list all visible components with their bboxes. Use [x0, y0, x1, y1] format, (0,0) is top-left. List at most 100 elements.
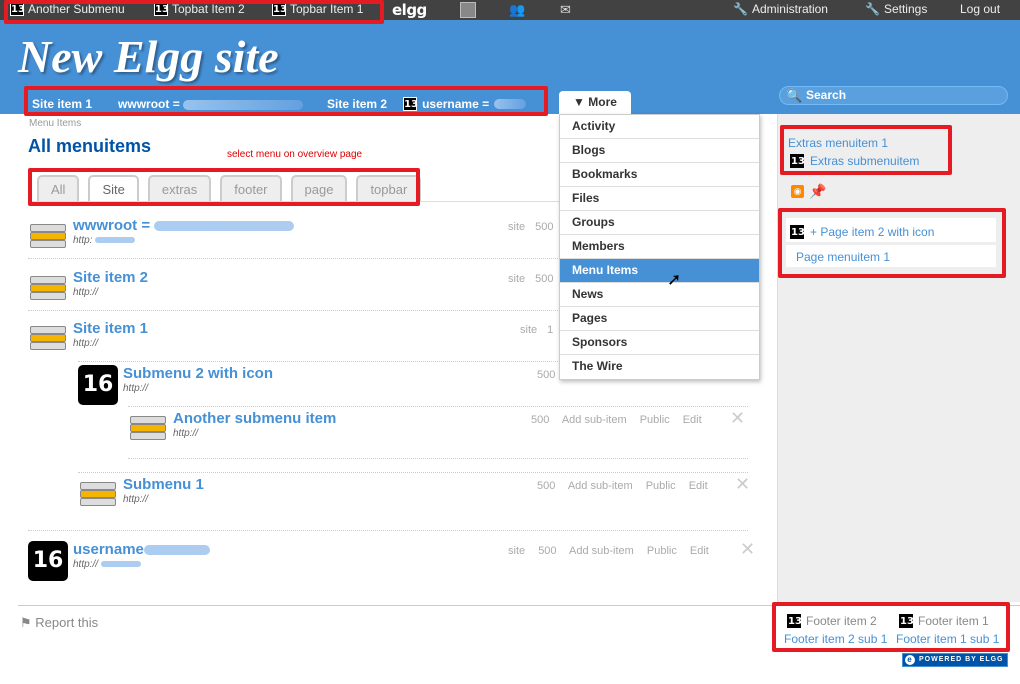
topbar-item-another-submenu[interactable]: 13 Another Submenu: [10, 2, 125, 16]
item-url: http:: [73, 235, 136, 246]
search-input[interactable]: 🔍 Search: [779, 86, 1008, 105]
mouse-cursor-icon: ➚: [667, 270, 682, 289]
logo-13-icon: 13: [154, 2, 169, 16]
settings-link[interactable]: 🔧 Settings: [865, 2, 927, 16]
site-menu-wwwroot[interactable]: wwwroot =: [118, 97, 304, 111]
tab-page[interactable]: page: [290, 175, 348, 201]
dropdown-item-blogs[interactable]: Blogs: [560, 139, 759, 163]
wrench-icon: 🔧: [733, 2, 748, 16]
rss-icon[interactable]: ◉: [791, 185, 804, 198]
extras-submenuitem[interactable]: 13 Extras submenuitem: [790, 154, 919, 168]
redacted-value: [154, 221, 295, 232]
item-title[interactable]: Submenu 2 with icon: [123, 365, 273, 382]
menu-tabs: All Site extras footer page topbar: [37, 175, 422, 201]
divider: [28, 530, 748, 531]
edit-link[interactable]: Edit: [689, 480, 708, 492]
add-sub-item-link[interactable]: Add sub-item: [569, 545, 634, 557]
logo-13-icon: 13: [787, 614, 802, 628]
administration-link[interactable]: 🔧 Administration: [733, 2, 828, 16]
site-menu-item-1[interactable]: Site item 1: [32, 97, 92, 111]
item-meta: 500 Add sub-item Public Edit: [531, 414, 702, 426]
access-level: Public: [639, 414, 670, 426]
topbar-item-2[interactable]: 13 Topbat Item 2: [154, 2, 245, 16]
item-meta: site 500 Add sub-item Public Edit: [508, 545, 709, 557]
site-menu-username[interactable]: 13 username =: [403, 97, 527, 111]
item-meta: site 500: [508, 221, 554, 233]
dropdown-item-menu-items[interactable]: Menu Items: [560, 259, 759, 283]
redacted-value: [183, 99, 304, 110]
dropdown-item-members[interactable]: Members: [560, 235, 759, 259]
add-sub-item-link[interactable]: Add sub-item: [562, 414, 627, 426]
elgg-logo[interactable]: elgg: [392, 1, 427, 19]
logo-13-icon: 13: [899, 614, 914, 628]
search-icon: 🔍: [786, 88, 803, 103]
tab-site[interactable]: Site: [88, 175, 139, 201]
edit-link[interactable]: Edit: [690, 545, 709, 557]
dropdown-item-pages[interactable]: Pages: [560, 307, 759, 331]
redacted-value: [144, 545, 211, 556]
logo-13-icon: 13: [10, 2, 25, 16]
extras-menuitem-1[interactable]: Extras menuitem 1: [788, 136, 888, 150]
edit-link[interactable]: Edit: [683, 414, 702, 426]
more-menu-button[interactable]: ▼ More: [559, 91, 631, 114]
logo-13-icon: 13: [790, 154, 805, 168]
annotation-hint: select menu on overview page: [227, 149, 363, 160]
site-menu-item-2[interactable]: Site item 2: [327, 97, 387, 111]
logo-16-icon: 16: [78, 365, 118, 405]
tab-extras[interactable]: extras: [147, 175, 212, 201]
item-url: http://: [123, 383, 149, 394]
friends-icon[interactable]: 👥: [509, 2, 525, 18]
delete-icon[interactable]: ✕: [740, 539, 755, 560]
item-title[interactable]: Site item 1: [73, 320, 148, 337]
footer-item-1[interactable]: 13 Footer item 1: [899, 614, 989, 628]
tab-footer[interactable]: footer: [220, 175, 282, 201]
page-item-2-with-icon[interactable]: 13 + Page item 2 with icon: [790, 225, 934, 239]
redacted-value: [95, 237, 136, 244]
item-title[interactable]: Submenu 1: [123, 476, 204, 493]
site-title[interactable]: New Elgg site: [18, 30, 279, 83]
logout-link[interactable]: Log out: [960, 2, 1000, 16]
logo-13-icon: 13: [403, 97, 418, 111]
item-url: http://: [73, 287, 99, 298]
dropdown-item-the-wire[interactable]: The Wire: [560, 355, 759, 379]
dropdown-item-news[interactable]: News: [560, 283, 759, 307]
delete-icon[interactable]: ✕: [730, 408, 745, 429]
tab-all[interactable]: All: [37, 175, 80, 201]
wrench-icon: 🔧: [865, 2, 880, 16]
item-title[interactable]: wwwroot =: [73, 217, 295, 234]
messages-icon[interactable]: ✉: [560, 2, 571, 18]
report-this-link[interactable]: ⚑ Report this: [20, 615, 98, 631]
item-title[interactable]: Another submenu item: [173, 410, 336, 427]
item-url: http://: [173, 428, 199, 439]
footer-item-2-sub-1[interactable]: Footer item 2 sub 1: [784, 632, 887, 646]
access-level: Public: [646, 545, 677, 557]
dropdown-item-sponsors[interactable]: Sponsors: [560, 331, 759, 355]
menu-item-icon: [28, 218, 68, 258]
footer-item-2[interactable]: 13 Footer item 2: [787, 614, 877, 628]
logo-16-icon: 16: [28, 541, 68, 581]
redacted-value: [100, 561, 141, 568]
dropdown-item-activity[interactable]: Activity: [560, 115, 759, 139]
add-sub-item-link[interactable]: Add sub-item: [568, 480, 633, 492]
item-title[interactable]: Site item 2: [73, 269, 148, 286]
tab-topbar[interactable]: topbar: [356, 175, 422, 201]
item-title[interactable]: username: [73, 541, 211, 558]
elgg-e-icon: e: [905, 655, 915, 665]
divider: [128, 406, 748, 407]
powered-by-elgg-badge[interactable]: e POWERED BY ELGG: [902, 653, 1008, 667]
menu-item-icon: [28, 270, 68, 310]
page-menuitem-1[interactable]: Page menuitem 1: [796, 250, 890, 264]
item-url: http://: [123, 494, 149, 505]
dropdown-item-bookmarks[interactable]: Bookmarks: [560, 163, 759, 187]
pin-icon[interactable]: 📌: [809, 183, 826, 200]
delete-icon[interactable]: ✕: [735, 474, 750, 495]
logo-13-icon: 13: [790, 225, 805, 239]
breadcrumb[interactable]: Menu Items: [29, 118, 81, 129]
page-title: All menuitems: [28, 136, 152, 156]
dropdown-item-groups[interactable]: Groups: [560, 211, 759, 235]
topbar-item-1[interactable]: 13 Topbar Item 1: [272, 2, 363, 16]
footer-divider: [18, 605, 1020, 606]
dropdown-item-files[interactable]: Files: [560, 187, 759, 211]
footer-item-1-sub-1[interactable]: Footer item 1 sub 1: [896, 632, 999, 646]
user-avatar-icon[interactable]: [460, 2, 476, 18]
